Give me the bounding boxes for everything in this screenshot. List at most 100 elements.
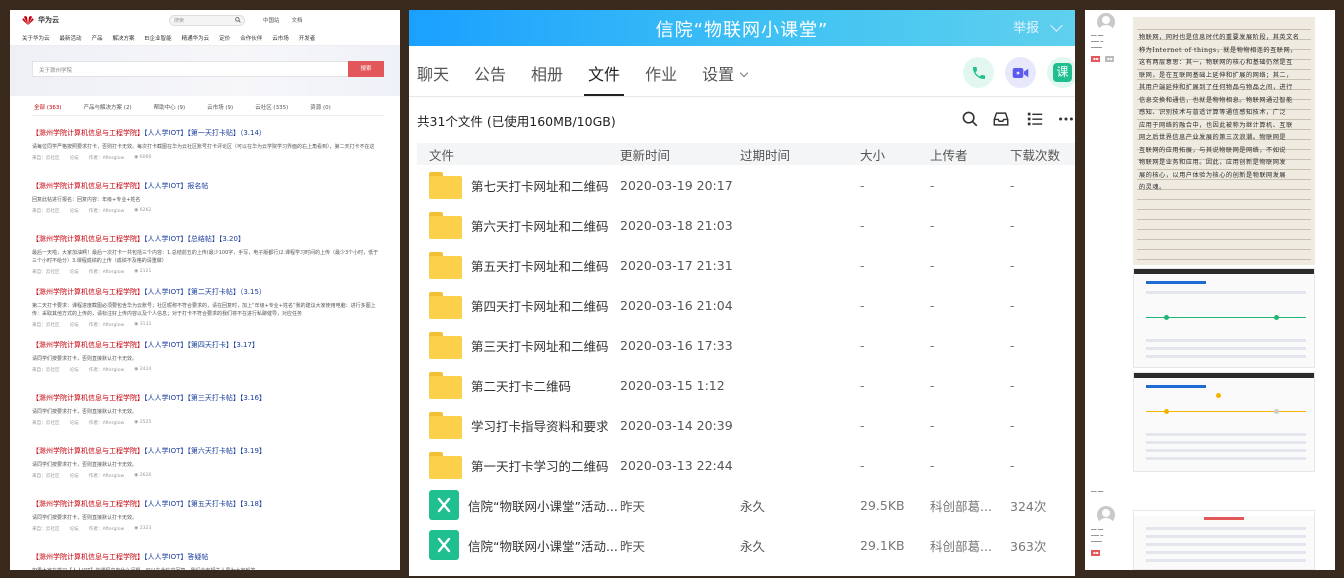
- col-expire[interactable]: 过期时间: [740, 145, 860, 164]
- phone-icon[interactable]: [963, 57, 994, 88]
- meta-item: 来自：云社区: [32, 156, 60, 161]
- col-size[interactable]: 大小: [860, 145, 930, 164]
- file-name-cell[interactable]: 信院“物联网小课堂”活动...: [417, 530, 620, 560]
- search-result-item[interactable]: 【滁州学院计算机信息与工程学院】【人人学IOT】【第三天打卡帖】【3.16】请同…: [32, 393, 382, 446]
- file-row[interactable]: 第六天打卡网址和二维码 2020-03-18 21:03 - - -: [417, 205, 1075, 245]
- nav-item[interactable]: 定价: [219, 34, 230, 42]
- folder-icon: [429, 411, 462, 439]
- nav-item[interactable]: 云市场: [272, 34, 289, 42]
- col-uploader[interactable]: 上传者: [930, 145, 1010, 164]
- result-title[interactable]: 【滁州学院计算机信息与工程学院】【人人学IOT】报名帖: [32, 181, 382, 191]
- avatar[interactable]: [1097, 13, 1115, 31]
- search-icon[interactable]: [235, 17, 241, 23]
- file-downloads: -: [1010, 217, 1015, 233]
- col-file[interactable]: 文件: [417, 145, 620, 164]
- result-title[interactable]: 【滁州学院计算机信息与工程学院】【人人学IOT】【总结帖】【3.20】: [32, 234, 382, 244]
- file-downloads: -: [1010, 337, 1015, 353]
- search-results: 【滁州学院计算机信息与工程学院】【人人学IOT】【第一天打卡贴】（3.14） 请每…: [32, 128, 382, 570]
- file-uploader: -: [930, 217, 935, 233]
- result-title-highlight: 【滁州学院计算机信息与工程学院】: [32, 129, 144, 137]
- result-title[interactable]: 【滁州学院计算机信息与工程学院】【人人学IOT】【第一天打卡贴】（3.14）: [32, 128, 382, 138]
- avatar[interactable]: [1097, 506, 1115, 524]
- nav-item[interactable]: 解决方案: [113, 34, 135, 42]
- tab-files[interactable]: 文件: [584, 62, 625, 96]
- tab-settings[interactable]: 设置: [702, 62, 749, 96]
- tab-album[interactable]: 相册: [531, 62, 563, 96]
- result-title[interactable]: 【滁州学院计算机信息与工程学院】【人人学IOT】答疑帖: [32, 552, 382, 562]
- more-icon[interactable]: [1057, 110, 1075, 128]
- course-icon[interactable]: 课: [1047, 57, 1075, 88]
- file-name: 第二天打卡二维码: [471, 378, 572, 394]
- search-result-item[interactable]: 【滁州学院计算机信息与工程学院】【人人学IOT】【总结帖】【3.20】 最后一天啦…: [32, 234, 382, 287]
- file-uploader: -: [930, 457, 935, 473]
- result-title-highlight: 【滁州学院计算机信息与工程学院】: [32, 182, 144, 190]
- search-result-item[interactable]: 【滁州学院计算机信息与工程学院】【人人学IOT】【第二天打卡帖】（3.15） 第二…: [32, 287, 382, 340]
- tab-homework[interactable]: 作业: [645, 62, 677, 96]
- search-input[interactable]: 关于滁州学院: [32, 61, 354, 77]
- nav-item[interactable]: 关于华为云: [22, 34, 50, 42]
- nav-item[interactable]: 合作伙伴: [240, 34, 262, 42]
- search-result-item[interactable]: 【滁州学院计算机信息与工程学院】【人人学IOT】【第六天打卡帖】【3.19】 请同…: [32, 446, 382, 499]
- file-name-cell[interactable]: 第一天打卡学习的二维码: [417, 451, 620, 479]
- tab-announcement[interactable]: 公告: [474, 62, 506, 96]
- file-row[interactable]: 信院“物联网小课堂”活动... 昨天 永久 29.5KB 科创部葛... 324次: [417, 485, 1075, 525]
- file-downloads: -: [1010, 417, 1015, 433]
- result-title[interactable]: 【滁州学院计算机信息与工程学院】【人人学IOT】【第六天打卡帖】【3.19】: [32, 446, 382, 456]
- file-row[interactable]: 第七天打卡网址和二维码 2020-03-19 20:17 - - -: [417, 165, 1075, 205]
- result-title[interactable]: 【滁州学院计算机信息与工程学院】【人人学IOT】【第四天打卡】【3.17】: [32, 340, 382, 350]
- result-title-rest: 【人人学IOT】【第一天打卡贴】（3.14）: [144, 129, 266, 137]
- meta-item: 来自：云社区: [32, 270, 60, 275]
- docs-link[interactable]: 文档: [292, 16, 303, 24]
- file-name: 第六天打卡网址和二维码: [471, 218, 609, 234]
- file-name-cell[interactable]: 信院“物联网小课堂”活动...: [417, 490, 620, 520]
- search-result-item[interactable]: 【滁州学院计算机信息与工程学院】【人人学IOT】【第四天打卡】【3.17】 请同学…: [32, 340, 382, 393]
- ruled-line: [1137, 219, 1311, 220]
- file-uploader: -: [930, 297, 935, 313]
- col-updated[interactable]: 更新时间: [620, 145, 740, 164]
- file-row[interactable]: 第三天打卡网址和二维码 2020-03-16 17:33 - - -: [417, 325, 1075, 365]
- nav-item[interactable]: 产品: [92, 34, 103, 42]
- nav-item[interactable]: EI企业智能: [145, 34, 172, 42]
- search-button[interactable]: 搜索: [348, 61, 384, 77]
- view-count: ◉ 2626: [134, 473, 152, 478]
- file-size: -: [860, 377, 865, 393]
- file-row[interactable]: 学习打卡指导资料和要求 2020-03-14 20:39 - - -: [417, 405, 1075, 445]
- file-row[interactable]: 第四天打卡网址和二维码 2020-03-16 21:04 - - -: [417, 285, 1075, 325]
- result-title[interactable]: 【滁州学院计算机信息与工程学院】【人人学IOT】【第二天打卡帖】（3.15）: [32, 287, 382, 297]
- file-name-cell[interactable]: 第五天打卡网址和二维码: [417, 251, 620, 279]
- file-name-cell[interactable]: 第二天打卡二维码: [417, 371, 620, 399]
- result-title[interactable]: 【滁州学院计算机信息与工程学院】【人人学IOT】【第三天打卡帖】【3.16】: [32, 393, 382, 403]
- search-result-item[interactable]: 【滁州学院计算机信息与工程学院】【人人学IOT】【第五天打卡帖】【3.18】 请同…: [32, 499, 382, 552]
- nav-item[interactable]: 最新活动: [60, 34, 82, 42]
- top-search-input[interactable]: 搜索: [169, 14, 245, 26]
- nav-item[interactable]: 开发者: [299, 34, 316, 42]
- search-result-item[interactable]: 【滁州学院计算机信息与工程学院】【人人学IOT】【第一天打卡贴】（3.14） 请每…: [32, 128, 382, 181]
- search-result-item[interactable]: 【滁州学院计算机信息与工程学院】【人人学IOT】报名帖 回复此帖进行报名：回复内容…: [32, 181, 382, 234]
- file-row[interactable]: 信院“物联网小课堂”活动... 昨天 永久 29.1KB 科创部葛... 363次: [417, 525, 1075, 565]
- result-title-rest: 【人人学IOT】【第四天打卡】【3.17】: [144, 341, 259, 349]
- file-row[interactable]: 第一天打卡学习的二维码 2020-03-13 22:44 - - -: [417, 445, 1075, 485]
- region-selector[interactable]: 中国站: [263, 16, 280, 24]
- search-result-item[interactable]: 【滁州学院计算机信息与工程学院】【人人学IOT】答疑帖如果大家在学习【人人IOT…: [32, 552, 382, 570]
- report-link[interactable]: 举报: [1013, 17, 1039, 36]
- search-icon[interactable]: [961, 110, 979, 128]
- list-view-icon[interactable]: [1026, 110, 1044, 128]
- result-title[interactable]: 【滁州学院计算机信息与工程学院】【人人学IOT】【第五天打卡帖】【3.18】: [32, 499, 382, 509]
- ruled-line: [1137, 209, 1311, 210]
- nav-item[interactable]: 精通华为云: [182, 34, 210, 42]
- view-count: ◉ 6060: [134, 155, 152, 160]
- file-row[interactable]: 第五天打卡网址和二维码 2020-03-17 21:31 - - -: [417, 245, 1075, 285]
- file-expire: 永久: [740, 538, 766, 554]
- file-row[interactable]: 第二天打卡二维码 2020-03-15 1:12 - - -: [417, 365, 1075, 405]
- tab-chat[interactable]: 聊天: [417, 62, 449, 96]
- file-name-cell[interactable]: 第六天打卡网址和二维码: [417, 211, 620, 239]
- inbox-icon[interactable]: [992, 110, 1010, 128]
- file-name-cell[interactable]: 第四天打卡网址和二维码: [417, 291, 620, 319]
- col-downloads[interactable]: 下载次数: [1010, 145, 1075, 164]
- video-icon[interactable]: [1005, 57, 1036, 88]
- file-uploader: -: [930, 337, 935, 353]
- result-description: 请同学们按要求打卡，否则直接默认打卡无效。: [32, 409, 138, 415]
- file-name-cell[interactable]: 学习打卡指导资料和要求: [417, 411, 620, 439]
- file-name-cell[interactable]: 第三天打卡网址和二维码: [417, 331, 620, 359]
- file-name-cell[interactable]: 第七天打卡网址和二维码: [417, 171, 620, 199]
